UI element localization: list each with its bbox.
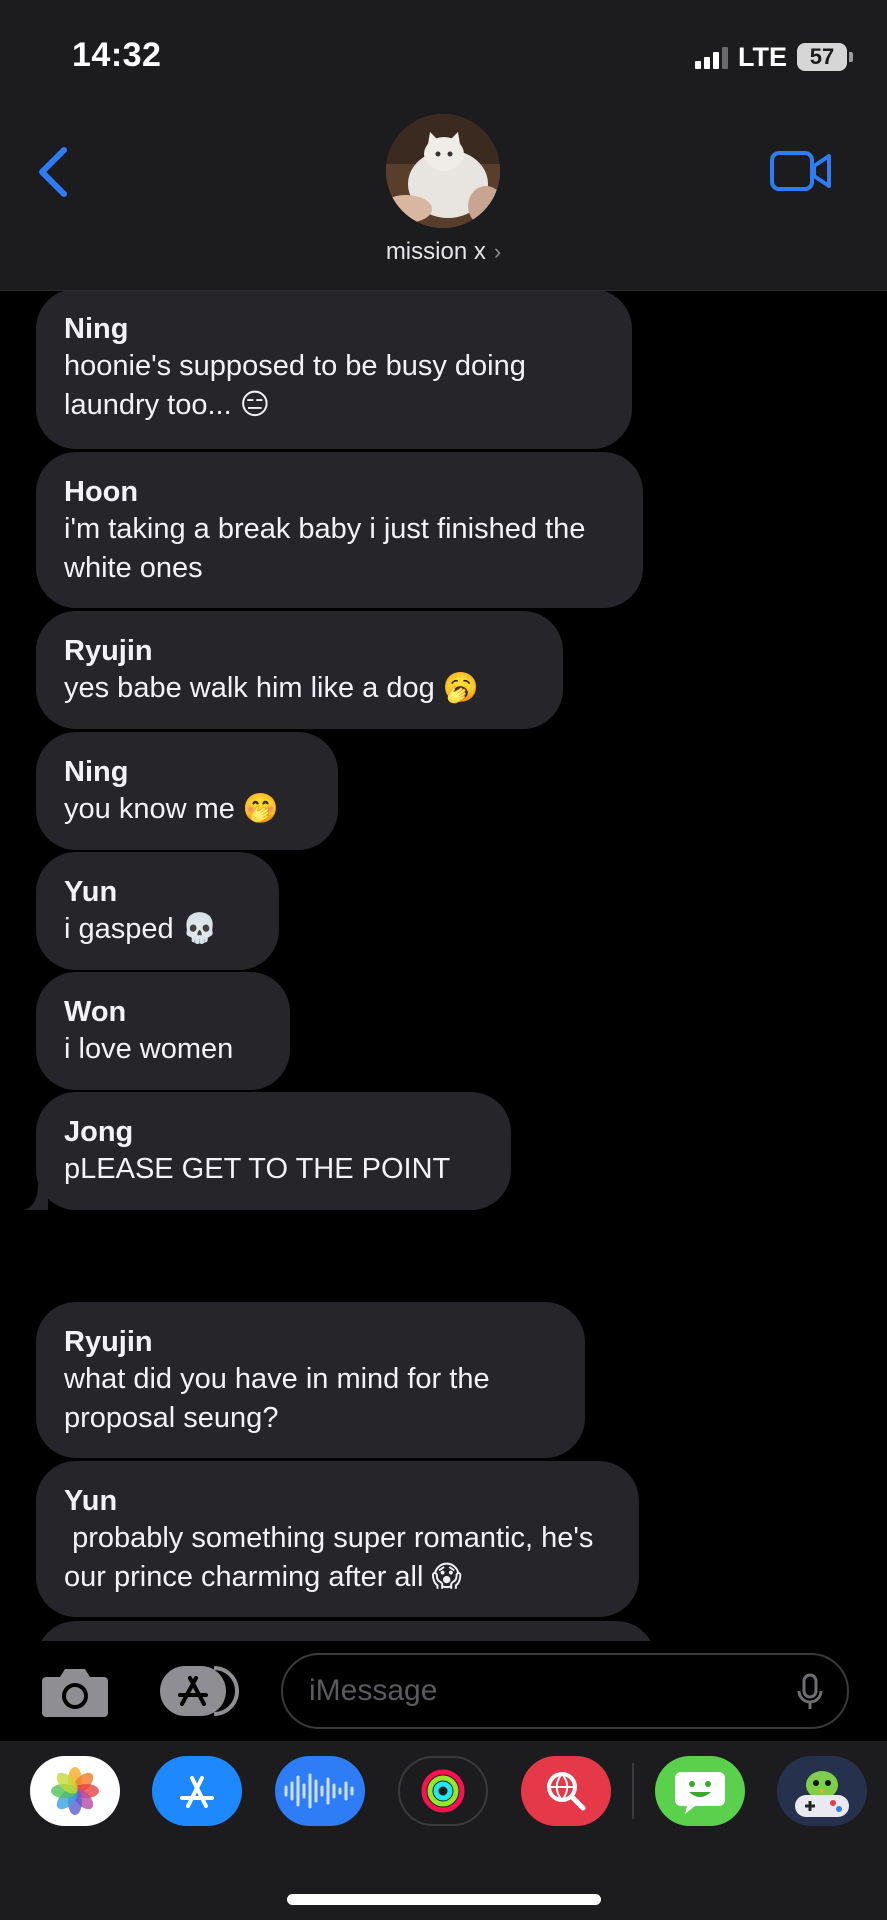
- chevron-right-icon: ›: [493, 239, 502, 264]
- signal-icon: [695, 45, 728, 69]
- camera-icon: [42, 1669, 108, 1717]
- image-search-button[interactable]: [521, 1756, 611, 1826]
- smiley-chat-icon: [675, 1772, 725, 1814]
- home-indicator[interactable]: [287, 1894, 601, 1905]
- network-type: LTE: [738, 41, 787, 72]
- message-sender: Won: [64, 996, 127, 1028]
- message-sender: Ning: [64, 756, 129, 788]
- message-thread[interactable]: Ning hoonie's supposed to be busy doing …: [0, 291, 887, 1641]
- message-bubble[interactable]: Yun probably something super romantic, h…: [36, 1461, 639, 1617]
- message-bubble[interactable]: Yun i gasped 💀: [36, 852, 279, 970]
- message-sender: Ryujin: [64, 635, 153, 667]
- message-text: you know me 🤭: [64, 793, 280, 825]
- camera-button[interactable]: [40, 1663, 110, 1719]
- message-sender: Yun: [64, 1485, 118, 1517]
- sticker-app-button[interactable]: [655, 1756, 745, 1826]
- message-bubble[interactable]: Ryujin yes babe walk him like a dog 🥱: [36, 611, 563, 729]
- video-camera-icon: [770, 151, 831, 191]
- facetime-video-button[interactable]: [770, 150, 832, 192]
- message-bubble[interactable]: Ryujin what did you have in mind for the…: [36, 1302, 585, 1458]
- status-indicators: LTE 57: [695, 40, 853, 74]
- message-text: what did you have in mind for the propos…: [64, 1363, 498, 1434]
- imessage-app-drawer: [0, 1741, 887, 1920]
- audio-message-button[interactable]: [275, 1756, 365, 1826]
- message-bubble[interactable]: Ning hoonie's supposed to be busy doing …: [36, 291, 632, 449]
- apps-button[interactable]: [158, 1664, 242, 1718]
- activity-rings-icon: [421, 1769, 465, 1813]
- status-time: 14:32: [72, 36, 162, 74]
- back-button[interactable]: [34, 145, 74, 199]
- message-text: hoonie's supposed to be busy doing laund…: [64, 350, 534, 421]
- message-text: i gasped 💀: [64, 913, 218, 945]
- app-store-icon: [160, 1666, 239, 1716]
- app-store-icon: [180, 1776, 214, 1808]
- message-text: i love women: [64, 1033, 234, 1065]
- app-store-button[interactable]: [152, 1756, 242, 1826]
- message-bubble[interactable]: Won i love women: [36, 972, 290, 1090]
- message-sender: Yun: [64, 876, 118, 908]
- message-sender: Ryujin: [64, 1326, 153, 1358]
- message-sender: Ning: [64, 313, 129, 345]
- message-text: pLEASE GET TO THE POINT: [64, 1153, 451, 1185]
- microphone-icon[interactable]: [797, 1673, 823, 1711]
- group-avatar[interactable]: [386, 114, 500, 228]
- partial-message-bubble[interactable]: [36, 1621, 656, 1641]
- conversation-header: 14:32 LTE 57 mission x ›: [0, 0, 887, 291]
- message-bubble[interactable]: Jong pLEASE GET TO THE POINT: [36, 1092, 511, 1210]
- message-bubble[interactable]: Hoon i'm taking a break baby i just fini…: [36, 452, 643, 608]
- cat-photo-icon: [386, 114, 500, 228]
- message-sender: Jong: [64, 1116, 134, 1148]
- message-text: i'm taking a break baby i just finished …: [64, 513, 594, 584]
- group-name-button[interactable]: mission x ›: [0, 238, 887, 266]
- globe-search-icon: [547, 1772, 586, 1811]
- message-bubble[interactable]: Ning you know me 🤭: [36, 732, 338, 850]
- imessage-input[interactable]: iMessage: [281, 1653, 849, 1729]
- message-text: yes babe walk him like a dog 🥱: [64, 672, 479, 704]
- battery-icon: 57: [797, 43, 853, 71]
- message-text: probably something super romantic, he's …: [64, 1522, 602, 1593]
- imessage-placeholder: iMessage: [309, 1674, 438, 1707]
- photos-app-icon: [51, 1767, 99, 1815]
- chevron-left-icon: [39, 147, 67, 197]
- bubble-tail-icon: [24, 1184, 48, 1210]
- group-name: mission x: [385, 238, 486, 265]
- photos-app-button[interactable]: [30, 1756, 120, 1826]
- message-sender: Hoon: [64, 476, 139, 508]
- composer-bar: iMessage: [0, 1641, 887, 1741]
- game-controller-icon: [795, 1771, 849, 1817]
- activity-button[interactable]: [398, 1756, 488, 1826]
- audio-waveform-icon: [284, 1773, 354, 1809]
- battery-level: 57: [809, 44, 835, 69]
- app-drawer-divider: [632, 1763, 634, 1819]
- game-app-button[interactable]: [777, 1756, 867, 1826]
